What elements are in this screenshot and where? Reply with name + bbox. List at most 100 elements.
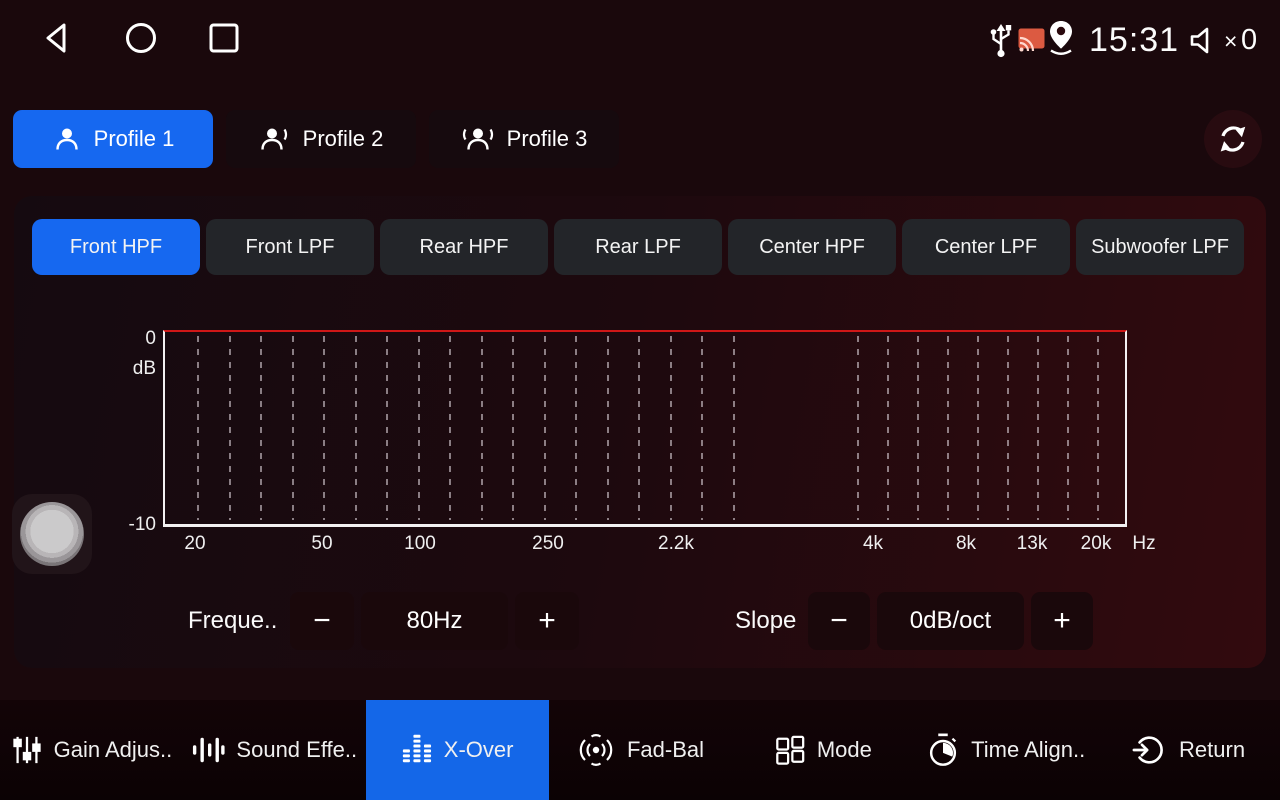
- profile-2-tab[interactable]: Profile 2: [226, 110, 416, 168]
- ytick-0: 0: [112, 328, 156, 350]
- refresh-button[interactable]: [1204, 110, 1262, 168]
- slope-label: Slope: [735, 592, 796, 650]
- tab-front-lpf[interactable]: Front LPF: [206, 219, 374, 275]
- nav-sound-effect[interactable]: Sound Effe..: [183, 700, 366, 800]
- gridline: [355, 336, 357, 520]
- profile-2-label: Profile 2: [303, 126, 384, 152]
- nav-recents-button[interactable]: [207, 21, 241, 55]
- sound-effect-bars-icon: [191, 734, 225, 766]
- frequency-minus-button[interactable]: −: [290, 592, 354, 650]
- xtick-50: 50: [311, 533, 332, 555]
- nav-label: Time Align..: [971, 737, 1085, 763]
- gridline: [197, 336, 199, 520]
- xtick-2.2k: 2.2k: [658, 533, 694, 555]
- tab-rear-lpf[interactable]: Rear LPF: [554, 219, 722, 275]
- nav-return[interactable]: Return: [1097, 700, 1280, 800]
- frequency-plus-button[interactable]: +: [515, 592, 579, 650]
- gridline: [386, 336, 388, 520]
- volume-level: 0: [1241, 24, 1257, 57]
- tab-center-hpf[interactable]: Center HPF: [728, 219, 896, 275]
- frequency-label: Freque..: [188, 592, 277, 650]
- return-arrow-icon: [1132, 733, 1168, 767]
- tab-front-hpf[interactable]: Front HPF: [32, 219, 200, 275]
- profile-1-tab[interactable]: Profile 1: [13, 110, 213, 168]
- location-icon: [1046, 18, 1076, 58]
- slope-value: 0dB/oct: [877, 592, 1024, 650]
- mode-grid-icon: [774, 734, 806, 766]
- xtick-4k: 4k: [863, 533, 883, 555]
- gridline: [1037, 336, 1039, 520]
- profile-3-label: Profile 3: [507, 126, 588, 152]
- user-icon: [52, 124, 82, 154]
- tab-label: Subwoofer LPF: [1091, 236, 1229, 259]
- response-plot: [163, 330, 1127, 527]
- nav-home-button[interactable]: [122, 19, 160, 57]
- nav-label: Gain Adjus..: [54, 737, 173, 763]
- gridline: [481, 336, 483, 520]
- slope-plus-button[interactable]: +: [1031, 592, 1093, 650]
- gridline: [917, 336, 919, 520]
- gridline: [733, 336, 735, 520]
- user-icon: [259, 124, 291, 154]
- user-icon: [461, 124, 495, 154]
- rotary-knob[interactable]: [20, 502, 84, 566]
- screen: 15:31 × 0 Profile 1 Profile 2: [0, 0, 1280, 800]
- gridline: [449, 336, 451, 520]
- profile-1-label: Profile 1: [94, 126, 175, 152]
- tab-center-lpf[interactable]: Center LPF: [902, 219, 1070, 275]
- tab-rear-hpf[interactable]: Rear HPF: [380, 219, 548, 275]
- profile-3-tab[interactable]: Profile 3: [429, 110, 619, 168]
- gridline: [323, 336, 325, 520]
- nav-xover[interactable]: X-Over: [366, 700, 549, 800]
- xtick-20k: 20k: [1081, 533, 1112, 555]
- slope-minus-button[interactable]: −: [808, 592, 870, 650]
- nav-label: Mode: [817, 737, 872, 763]
- bottom-nav: Gain Adjus.. Sound Effe.. X-Over: [0, 700, 1280, 800]
- tab-label: Center HPF: [759, 236, 865, 259]
- gridline: [575, 336, 577, 520]
- tab-label: Rear LPF: [595, 236, 681, 259]
- gridline: [670, 336, 672, 520]
- channel-filter-tabs: Front HPF Front LPF Rear HPF Rear LPF Ce…: [32, 219, 1244, 275]
- recents-icon: [207, 21, 241, 55]
- gridline: [701, 336, 703, 520]
- gridline: [977, 336, 979, 520]
- gridline: [544, 336, 546, 520]
- cast-icon: [1017, 27, 1046, 53]
- fader-balance-icon: [576, 733, 616, 767]
- nav-back-button[interactable]: [38, 17, 78, 59]
- nav-label: Sound Effe..: [236, 737, 357, 763]
- nav-gain-adjust[interactable]: Gain Adjus..: [0, 700, 183, 800]
- clock: 15:31: [1089, 21, 1179, 60]
- tab-label: Rear HPF: [420, 236, 509, 259]
- frequency-value: 80Hz: [361, 592, 508, 650]
- usb-status: [988, 20, 1014, 60]
- nav-time-align[interactable]: Time Align..: [914, 700, 1097, 800]
- gain-sliders-icon: [11, 734, 43, 766]
- usb-icon: [988, 20, 1014, 60]
- gridline: [1097, 336, 1099, 520]
- tab-label: Center LPF: [935, 236, 1037, 259]
- sync-refresh-icon: [1215, 121, 1251, 157]
- gridline: [607, 336, 609, 520]
- nav-mode[interactable]: Mode: [731, 700, 914, 800]
- gridline: [1067, 336, 1069, 520]
- volume-mult-sign: ×: [1224, 28, 1237, 55]
- gridline: [857, 336, 859, 520]
- gridline: [260, 336, 262, 520]
- xtick-8k: 8k: [956, 533, 976, 555]
- xtick-13k: 13k: [1017, 533, 1048, 555]
- nav-label: X-Over: [444, 737, 514, 763]
- gridline: [229, 336, 231, 520]
- gridline: [638, 336, 640, 520]
- nav-fad-bal[interactable]: Fad-Bal: [549, 700, 732, 800]
- home-icon: [122, 19, 160, 57]
- gridline: [418, 336, 420, 520]
- tab-label: Front LPF: [246, 236, 335, 259]
- gridline: [887, 336, 889, 520]
- xtick-100: 100: [404, 533, 436, 555]
- cast-status: [1017, 27, 1046, 53]
- tab-subwoofer-lpf[interactable]: Subwoofer LPF: [1076, 219, 1244, 275]
- volume-muted-status: [1188, 25, 1219, 56]
- x-axis-unit: Hz: [1132, 533, 1155, 555]
